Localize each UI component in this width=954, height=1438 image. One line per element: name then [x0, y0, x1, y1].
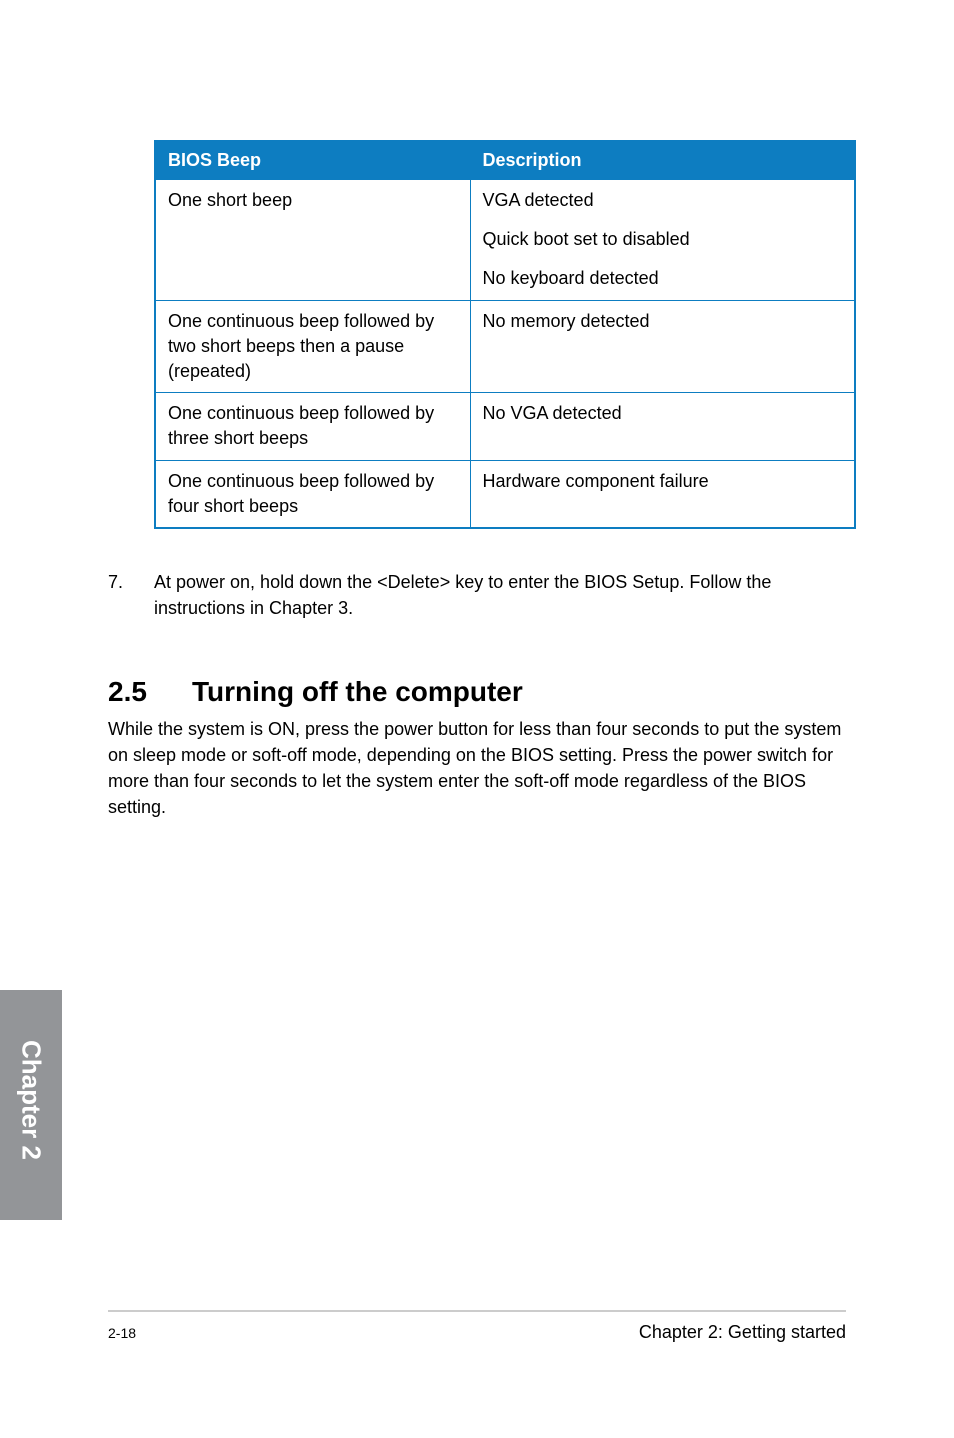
section-title: Turning off the computer	[192, 676, 523, 708]
bios-beep-table: BIOS Beep Description One short beep VGA…	[154, 140, 856, 529]
table-cell-desc: No VGA detected	[470, 393, 855, 460]
table-cell-desc: No memory detected	[470, 300, 855, 393]
section-body: While the system is ON, press the power …	[108, 716, 846, 820]
page-footer: 2-18 Chapter 2: Getting started	[108, 1310, 846, 1343]
footer-title: Chapter 2: Getting started	[639, 1322, 846, 1343]
table-cell-desc: Hardware component failure	[470, 460, 855, 528]
chapter-tab: Chapter 2	[0, 990, 62, 1220]
desc-line: VGA detected	[483, 188, 843, 213]
page-number: 2-18	[108, 1325, 136, 1341]
table-row: One short beep VGA detected Quick boot s…	[155, 180, 855, 301]
section-heading: 2.5 Turning off the computer	[108, 676, 846, 708]
table-cell-desc: VGA detected Quick boot set to disabled …	[470, 180, 855, 301]
table-cell-beep: One short beep	[155, 180, 470, 301]
step-text: At power on, hold down the <Delete> key …	[154, 569, 846, 621]
step-number: 7.	[108, 569, 154, 621]
table-row: One continuous beep followed by four sho…	[155, 460, 855, 528]
table-header-description: Description	[470, 141, 855, 180]
table-row: One continuous beep followed by two shor…	[155, 300, 855, 393]
step-7: 7. At power on, hold down the <Delete> k…	[108, 569, 846, 621]
table-cell-beep: One continuous beep followed by four sho…	[155, 460, 470, 528]
table-cell-beep: One continuous beep followed by three sh…	[155, 393, 470, 460]
table-header-beep: BIOS Beep	[155, 141, 470, 180]
section-number: 2.5	[108, 676, 192, 708]
desc-line: Quick boot set to disabled	[483, 227, 843, 252]
table-cell-beep: One continuous beep followed by two shor…	[155, 300, 470, 393]
desc-line: No keyboard detected	[483, 266, 843, 291]
table-row: One continuous beep followed by three sh…	[155, 393, 855, 460]
